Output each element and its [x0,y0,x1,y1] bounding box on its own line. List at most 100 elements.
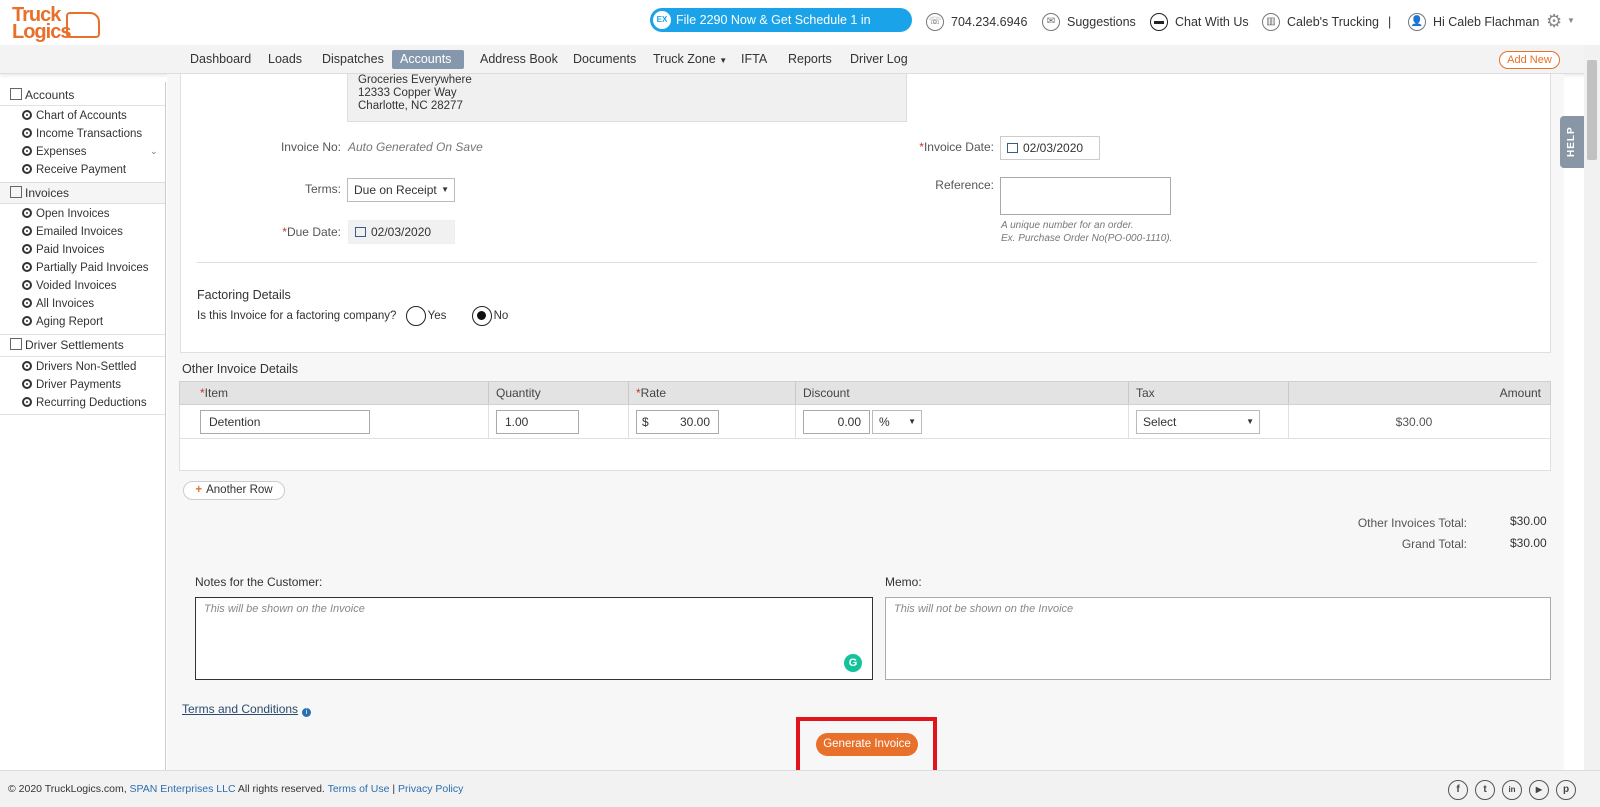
rate-input[interactable]: $ 30.00 [636,410,719,434]
pinterest-icon[interactable]: p [1556,780,1576,800]
sidebar-item-recurring-deductions[interactable]: Recurring Deductions [22,394,147,412]
privacy-policy-link[interactable]: Privacy Policy [398,783,463,795]
sidebar-item-all-invoices[interactable]: All Invoices [22,295,94,313]
nav-driver-log[interactable]: Driver Log [842,50,916,69]
circle-arrow-icon [22,316,32,326]
sidebar-item-open-invoices[interactable]: Open Invoices [22,205,110,223]
sidebar-item-voided-invoices[interactable]: Voided Invoices [22,277,117,295]
footer-text: © 2020 TruckLogics.com, SPAN Enterprises… [8,783,464,795]
chevron-down-icon: ▼ [719,56,728,65]
factoring-yes-radio[interactable] [405,306,426,326]
sidebar-item-aging-report[interactable]: Aging Report [22,313,103,331]
sidebar: Accounts Chart of Accounts Income Transa… [0,82,166,770]
help-tab[interactable]: HELP [1560,116,1584,168]
plus-icon: + [195,484,203,496]
sidebar-item-expenses[interactable]: Expenses [22,143,87,161]
span-enterprises-link[interactable]: SPAN Enterprises LLC [130,783,236,795]
notes-textarea[interactable]: This will be shown on the Invoice [195,597,873,680]
twitter-icon[interactable]: t [1475,780,1495,800]
invoice-date-field[interactable]: 02/03/2020 [1000,136,1100,160]
phone-link[interactable]: ☏ 704.234.6946 [926,12,1027,32]
line-amount: $30.00 [1395,415,1433,429]
nav-reports[interactable]: Reports [780,50,840,69]
driver-settlement-icon [10,338,22,350]
header-separator: | [1388,15,1392,29]
sidebar-item-emailed-invoices[interactable]: Emailed Invoices [22,223,123,241]
company-link[interactable]: ▥ Caleb's Trucking [1262,12,1379,32]
circle-arrow-icon [22,298,32,308]
add-new-button[interactable]: Add New [1499,51,1560,69]
reference-input[interactable] [1000,177,1171,215]
suggestions-link[interactable]: ✉ Suggestions [1042,12,1136,32]
other-invoices-total-value: $30.00 [1510,514,1547,528]
invoice-no-label: Invoice No: [280,140,341,154]
nav-accounts[interactable]: Accounts ▼ [392,50,464,84]
gear-icon[interactable]: ⚙ [1546,11,1562,32]
sidebar-item-income-transactions[interactable]: Income Transactions [22,125,142,143]
generate-invoice-button[interactable]: Generate Invoice [816,733,918,756]
footer: © 2020 TruckLogics.com, SPAN Enterprises… [0,770,1600,807]
accounts-chart-icon [10,88,22,100]
due-date-field[interactable]: 02/03/2020 [348,220,455,244]
col-quantity: Quantity [489,382,629,404]
circle-arrow-icon [22,128,32,138]
circle-arrow-icon [22,262,32,272]
col-item: *Item [180,382,489,404]
terms-of-use-link[interactable]: Terms of Use [328,783,390,795]
envelope-icon: ✉ [1042,13,1060,31]
scrollbar-thumb[interactable] [1587,60,1597,160]
chat-link[interactable]: ▬ Chat With Us [1150,12,1249,32]
sidebar-item-partially-paid-invoices[interactable]: Partially Paid Invoices [22,259,149,277]
item-input[interactable]: Detention [200,410,370,434]
quantity-input[interactable]: 1.00 [496,410,579,434]
nav-dispatches[interactable]: Dispatches [314,50,392,69]
circle-arrow-icon [22,208,32,218]
divider [0,105,165,106]
line-items-empty-area [179,439,1551,471]
reference-hint: A unique number for an order. Ex. Purcha… [1001,220,1173,244]
nav-truck-zone[interactable]: Truck Zone ▼ [645,50,735,69]
invoice-no-value: Auto Generated On Save [348,140,483,154]
sidebar-group-driver-settlements[interactable]: Driver Settlements [0,335,165,355]
sidebar-group-invoices[interactable]: Invoices [0,182,165,204]
invoice-date-label: *Invoice Date: [919,140,994,154]
discount-type-select[interactable]: % ▼ [872,410,922,434]
trucklogics-logo[interactable]: Truck Logics [10,4,100,43]
discount-input[interactable]: 0.00 [803,410,870,434]
chevron-down-icon[interactable]: ⌄ [150,146,158,157]
circle-arrow-icon [22,280,32,290]
nav-loads[interactable]: Loads [260,50,310,69]
tax-select[interactable]: Select ▼ [1136,410,1260,434]
phone-icon: ☏ [926,13,944,31]
add-another-row-button[interactable]: + Another Row [183,481,285,500]
nav-ifta[interactable]: IFTA [733,50,775,69]
calendar-icon [355,227,366,237]
nav-address-book[interactable]: Address Book [472,50,566,69]
divider [0,356,165,357]
sidebar-item-receive-payment[interactable]: Receive Payment [22,161,126,179]
nav-documents[interactable]: Documents [565,50,644,69]
terms-select[interactable]: Due on Receipt ▼ [347,178,455,202]
bill-to-address: Groceries Everywhere 12333 Copper Way Ch… [347,74,907,122]
info-icon[interactable]: i [302,708,312,717]
terms-and-conditions-link[interactable]: Terms and Conditions i [182,702,312,717]
col-discount: Discount [796,382,1129,404]
sidebar-item-chart-of-accounts[interactable]: Chart of Accounts [22,107,127,125]
sidebar-item-drivers-non-settled[interactable]: Drivers Non-Settled [22,358,136,376]
memo-textarea[interactable]: This will not be shown on the Invoice [885,597,1551,680]
circle-arrow-icon [22,244,32,254]
sidebar-group-accounts[interactable]: Accounts [0,85,165,105]
user-menu[interactable]: 👤 Hi Caleb Flachman [1408,12,1539,32]
facebook-icon[interactable]: f [1448,780,1468,800]
linkedin-icon[interactable]: in [1502,780,1522,800]
sidebar-item-paid-invoices[interactable]: Paid Invoices [22,241,104,259]
sidebar-item-driver-payments[interactable]: Driver Payments [22,376,121,394]
nav-dashboard[interactable]: Dashboard [182,50,259,69]
form-2290-promo-button[interactable]: EX File 2290 Now & Get Schedule 1 in Min… [650,8,912,51]
notes-label: Notes for the Customer: [195,575,323,589]
youtube-icon[interactable]: ▶ [1529,780,1549,800]
due-date-label: *Due Date: [282,225,341,239]
grammarly-icon[interactable]: G [844,654,862,672]
factoring-no-radio[interactable] [471,306,492,326]
caret-down-icon: ▼ [441,185,449,194]
